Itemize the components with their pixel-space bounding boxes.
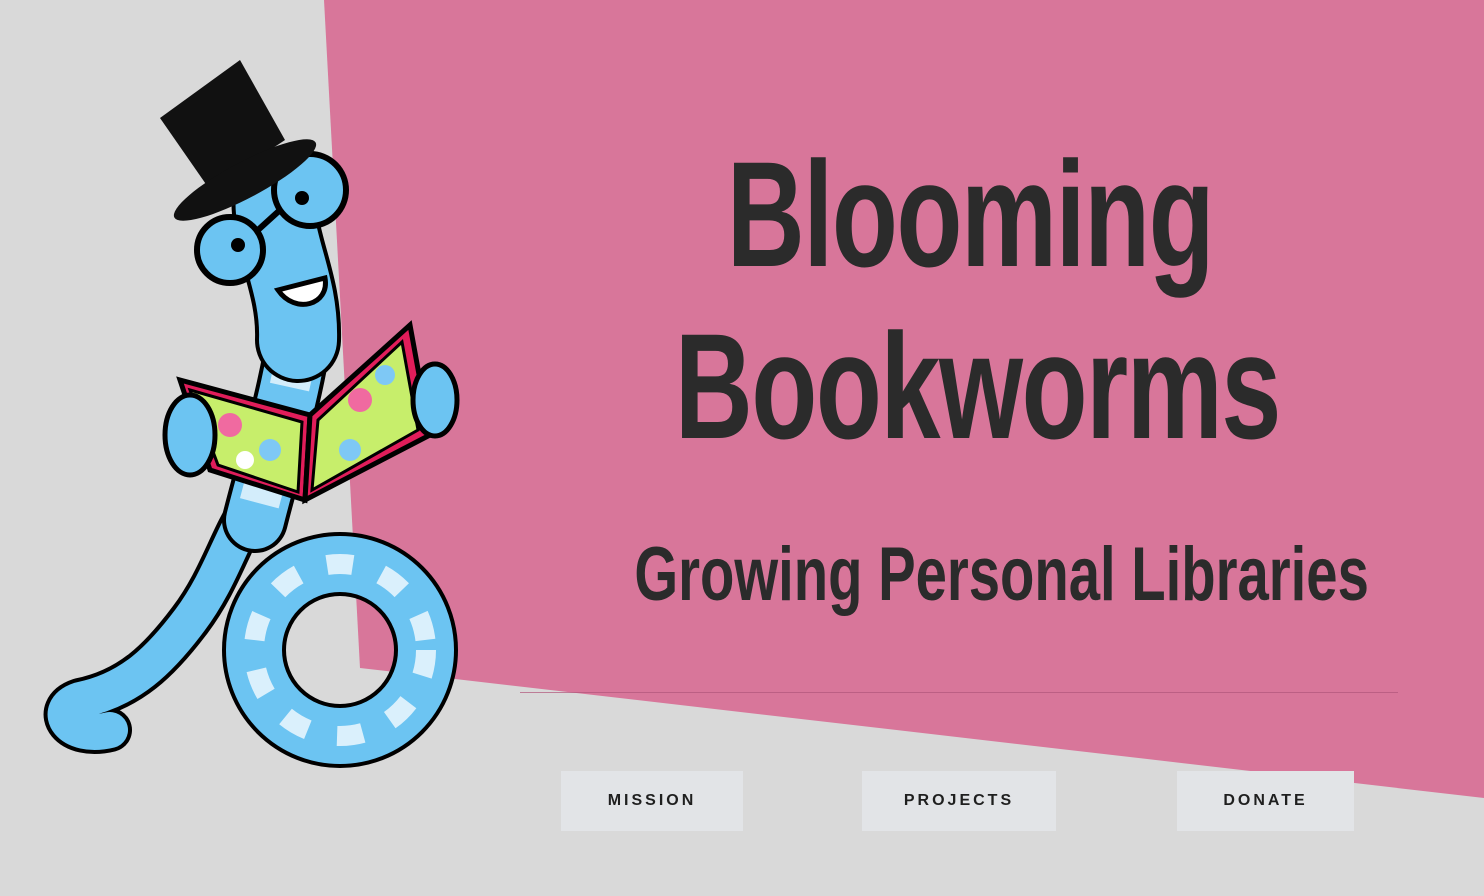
bookworm-mascot-icon bbox=[43, 60, 460, 768]
title-line-1: Blooming bbox=[726, 130, 1215, 298]
page-title: Blooming Bookworms bbox=[674, 128, 1282, 472]
projects-button[interactable]: PROJECTS bbox=[862, 771, 1056, 831]
page-subtitle: Growing Personal Libraries bbox=[634, 532, 1369, 617]
divider bbox=[520, 692, 1398, 693]
title-line-2: Bookworms bbox=[674, 302, 1282, 470]
mission-button[interactable]: MISSION bbox=[561, 771, 743, 831]
donate-button[interactable]: DONATE bbox=[1177, 771, 1354, 831]
